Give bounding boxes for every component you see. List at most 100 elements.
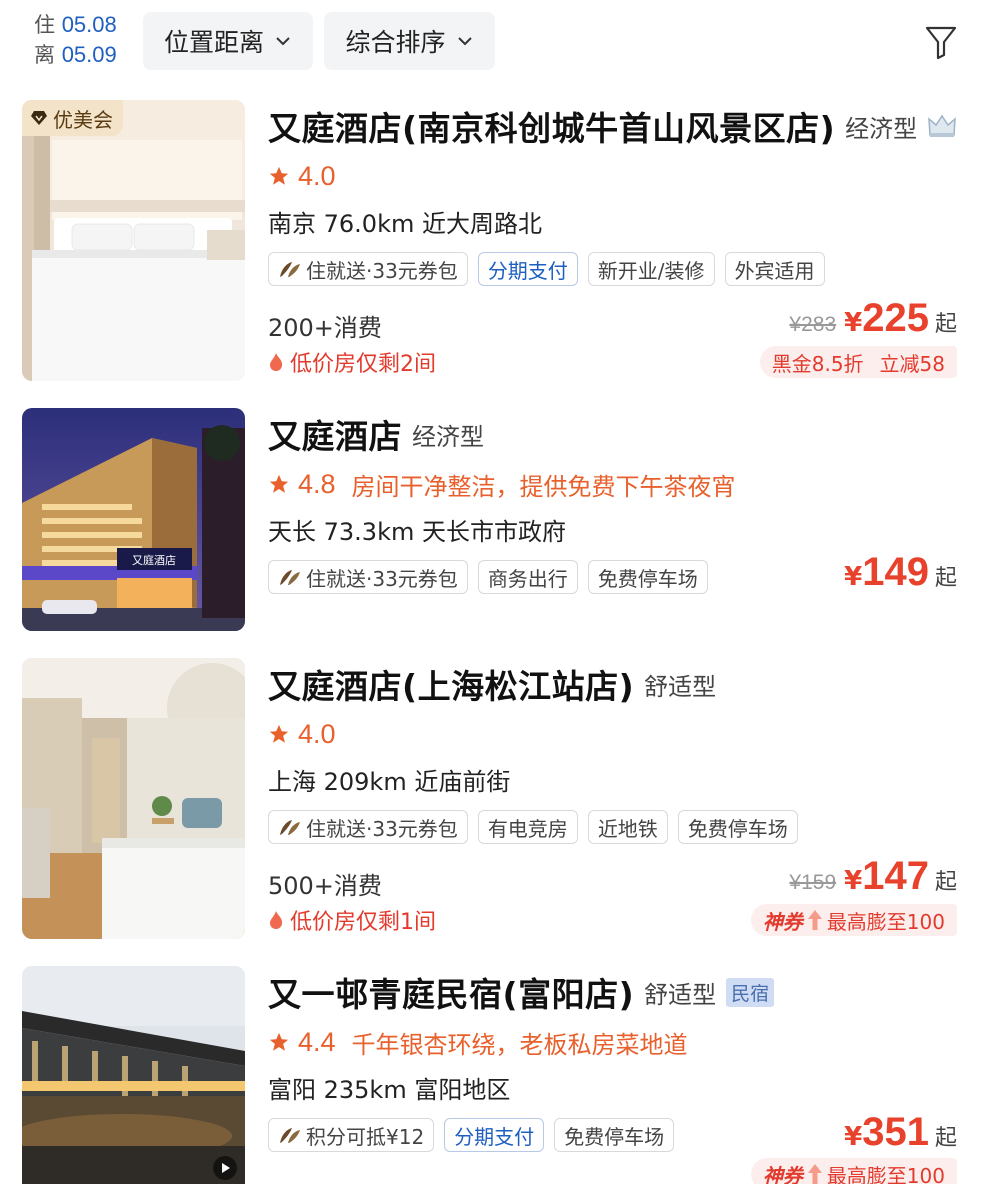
hotel-photo[interactable] <box>22 966 245 1184</box>
price-block[interactable]: ¥283 ¥ 225 起 <box>789 296 957 341</box>
hotel-card[interactable]: 又庭酒店(上海松江站店) 舒适型 4.0 上海 209km 近庙前街 住就送·3… <box>0 658 981 948</box>
tag-installment[interactable]: 分期支付 <box>477 252 578 286</box>
hotel-name[interactable]: 又一邨青庭民宿(富阳店) <box>268 968 634 1016</box>
rating-score: 4.8 <box>298 468 336 499</box>
up-arrow-icon <box>807 1164 822 1184</box>
building-sign: 又庭酒店 <box>132 553 176 567</box>
tag-item[interactable]: 新开业/装修 <box>587 252 715 286</box>
tag-coupon[interactable]: 住就送·33元券包 <box>268 810 468 844</box>
filter-bar: 住 05.08 离 05.09 位置距离 综合排序 <box>0 0 981 84</box>
tag-points[interactable]: 积分可抵¥12 <box>268 1118 435 1152</box>
hotel-info: 又庭酒店(南京科创城牛首山风景区店) 经济型 4.0 南京 76.0km 近大周… <box>268 104 957 384</box>
price-suffix: 起 <box>934 870 957 895</box>
leaf-icon <box>280 1128 300 1143</box>
tag-label: 外宾适用 <box>734 258 815 283</box>
hotel-location: 天长 73.3km 天长市市政府 <box>268 518 566 546</box>
tag-list: 积分可抵¥12 分期支付 免费停车场 <box>268 1118 684 1152</box>
hotel-name[interactable]: 又庭酒店(南京科创城牛首山风景区店) <box>268 102 835 150</box>
star-icon <box>269 166 289 185</box>
low-stock-text: 低价房仅剩1间 <box>290 910 436 935</box>
tag-item[interactable]: 免费停车场 <box>677 810 798 844</box>
price-block[interactable]: ¥ 351 起 <box>844 1110 957 1155</box>
tag-coupon[interactable]: 住就送·33元券包 <box>268 252 468 286</box>
room-photo-image <box>22 658 245 939</box>
hotel-card[interactable]: 又一邨青庭民宿(富阳店) 舒适型 民宿 4.4 千年银杏环绕，老板私房菜地道 富… <box>0 966 981 1184</box>
promo-brand: 神券 <box>762 909 803 934</box>
hotel-info: 又一邨青庭民宿(富阳店) 舒适型 民宿 4.4 千年银杏环绕，老板私房菜地道 富… <box>268 970 957 1184</box>
funnel-icon[interactable] <box>924 22 958 62</box>
play-icon <box>222 1163 230 1173</box>
tag-item[interactable]: 外宾适用 <box>724 252 825 286</box>
promo-text: 最高膨至100 <box>826 909 945 934</box>
promo-reduction: 立减58 <box>879 351 945 376</box>
guesthouse-photo-image <box>22 966 245 1184</box>
tag-item[interactable]: 免费停车场 <box>554 1118 675 1152</box>
tag-label: 免费停车场 <box>564 1124 665 1149</box>
chevron-down-icon <box>276 37 290 46</box>
chevron-down-icon <box>457 37 472 46</box>
currency-symbol: ¥ <box>844 866 863 896</box>
leaf-icon <box>280 570 300 585</box>
flame-icon <box>270 911 283 929</box>
tag-item[interactable]: 有电竞房 <box>477 810 578 844</box>
checkin-date: 05.08 <box>61 12 117 37</box>
tag-list: 住就送·33元券包 商务出行 免费停车场 <box>268 560 718 594</box>
rating-score: 4.0 <box>298 718 336 749</box>
date-selector[interactable]: 住 05.08 离 05.09 <box>34 10 117 70</box>
hotel-photo[interactable]: 又庭酒店 <box>22 408 245 631</box>
room-photo-image <box>22 100 245 381</box>
hotel-name[interactable]: 又庭酒店 <box>268 410 402 458</box>
tag-label: 分期支付 <box>454 1124 535 1149</box>
leaf-icon <box>280 820 300 835</box>
tag-label: 免费停车场 <box>597 566 698 591</box>
member-badge: 优美会 <box>22 100 123 136</box>
promo-discount: 黑金8.5折 <box>771 351 864 376</box>
promo-text: 最高膨至100 <box>826 1163 945 1184</box>
hotel-card[interactable]: 又庭酒店 又庭酒店 经济型 4.8 房间干净整洁，提供免费下午茶夜宵 天长 73… <box>0 408 981 638</box>
tag-coupon[interactable]: 住就送·33元券包 <box>268 560 468 594</box>
hotel-photo[interactable] <box>22 658 245 939</box>
hotel-location: 南京 76.0km 近大周路北 <box>268 210 542 238</box>
hotel-info: 又庭酒店(上海松江站店) 舒适型 4.0 上海 209km 近庙前街 住就送·3… <box>268 662 957 942</box>
hotel-type: 经济型 <box>412 422 484 451</box>
checkin-label: 住 <box>34 13 55 37</box>
tag-label: 住就送·33元券包 <box>306 816 458 841</box>
tag-item[interactable]: 免费停车场 <box>587 560 708 594</box>
promo-badge: 神券 最高膨至100 <box>750 1158 957 1184</box>
star-icon <box>269 1032 289 1051</box>
play-video-button[interactable] <box>213 1156 237 1180</box>
sort-filter[interactable]: 综合排序 <box>324 12 495 70</box>
tag-installment[interactable]: 分期支付 <box>444 1118 545 1152</box>
flame-icon <box>270 353 283 371</box>
hotel-photo[interactable]: 优美会 <box>22 100 245 381</box>
currency-symbol: ¥ <box>844 308 863 338</box>
location-distance-filter[interactable]: 位置距离 <box>143 12 313 70</box>
current-price: 225 <box>862 296 929 340</box>
hotel-location: 富阳 235km 富阳地区 <box>268 1076 511 1104</box>
currency-symbol: ¥ <box>844 562 863 592</box>
checkout-label: 离 <box>34 43 55 67</box>
tag-label: 积分可抵¥12 <box>306 1124 425 1149</box>
low-stock-notice: 低价房仅剩1间 <box>268 904 436 936</box>
price-suffix: 起 <box>934 312 957 337</box>
building-photo-image: 又庭酒店 <box>22 408 245 631</box>
low-stock-notice: 低价房仅剩2间 <box>268 346 436 378</box>
promo-badge: 黑金8.5折 立减58 <box>759 346 957 378</box>
hotel-card[interactable]: 优美会 又庭酒店(南京科创城牛首山风景区店) 经济型 4.0 南京 76.0km… <box>0 100 981 390</box>
hotel-type: 舒适型 <box>644 980 717 1009</box>
price-suffix: 起 <box>934 1126 957 1151</box>
tag-label: 免费停车场 <box>687 816 788 841</box>
tag-label: 新开业/装修 <box>597 258 705 283</box>
review-highlight: 房间干净整洁，提供免费下午茶夜宵 <box>351 472 736 501</box>
price-block[interactable]: ¥159 ¥ 147 起 <box>789 854 957 899</box>
price-block[interactable]: ¥ 149 起 <box>844 550 957 595</box>
tag-label: 近地铁 <box>597 816 658 841</box>
hotel-name[interactable]: 又庭酒店(上海松江站店) <box>268 660 634 708</box>
tag-item[interactable]: 商务出行 <box>477 560 578 594</box>
sort-label: 综合排序 <box>345 28 446 57</box>
checkout-date: 05.09 <box>61 42 117 67</box>
tag-item[interactable]: 近地铁 <box>587 810 668 844</box>
review-highlight: 千年银杏环绕，老板私房菜地道 <box>351 1030 688 1059</box>
tag-label: 住就送·33元券包 <box>306 258 458 283</box>
location-distance-label: 位置距离 <box>163 28 264 57</box>
